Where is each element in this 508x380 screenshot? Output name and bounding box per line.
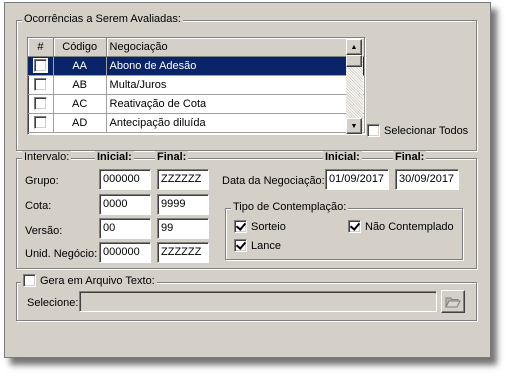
row-checkbox[interactable] [32, 58, 48, 73]
open-folder-icon [445, 297, 461, 307]
grupo-label: Grupo: [25, 175, 59, 187]
contemplacao-legend: Tipo de Contemplação: [231, 201, 349, 213]
nao-contemplado-option[interactable]: Não Contemplado [348, 220, 454, 233]
unid-negocio-final-input[interactable]: ZZZZZZ [157, 242, 209, 263]
unid-negocio-label: Unid. Negócio: [25, 248, 98, 260]
scroll-down-button[interactable]: ▼ [346, 118, 362, 134]
intervalo-legend: Intervalo: [22, 151, 72, 163]
sorteio-checkbox[interactable] [234, 220, 247, 233]
cota-final-input[interactable]: 9999 [157, 194, 209, 215]
row-codigo: AA [53, 56, 107, 76]
versao-inicial-input[interactable]: 00 [99, 218, 151, 239]
scroll-up-button[interactable]: ▲ [346, 39, 362, 55]
contemplacao-groupbox [225, 208, 463, 260]
table-row[interactable]: AB Multa/Juros [28, 75, 365, 95]
cota-inicial-input[interactable]: 0000 [99, 194, 151, 215]
grupo-final-input[interactable]: ZZZZZZ [157, 169, 209, 190]
row-checkbox[interactable] [33, 78, 47, 91]
versao-label: Versão: [25, 225, 63, 237]
cota-label: Cota: [25, 200, 52, 212]
lance-checkbox[interactable] [234, 239, 247, 252]
row-codigo: AD [53, 113, 107, 133]
row-checkbox[interactable] [33, 97, 47, 110]
table-row[interactable]: AC Reativação de Cota [28, 94, 365, 114]
select-all-label: Selecionar Todos [384, 124, 469, 137]
row-negociacao: Reativação de Cota [106, 94, 365, 114]
column-header-negociacao[interactable]: Negociação [106, 38, 365, 57]
arrow-up-icon: ▲ [350, 43, 358, 51]
column-header-select[interactable]: # [28, 38, 54, 57]
row-checkbox[interactable] [33, 116, 47, 129]
gera-arquivo-checkbox[interactable] [23, 274, 36, 287]
data-final-header: Final: [393, 151, 427, 163]
lance-label: Lance [251, 239, 281, 252]
negociacoes-grid[interactable]: # Código Negociação AA Abono de Adesão A… [27, 37, 366, 135]
select-all-option[interactable]: Selecionar Todos [367, 124, 468, 137]
dialog-window: Ocorrências a Serem Avaliadas: # Código … [4, 2, 491, 358]
table-row[interactable]: AD Antecipação diluída [28, 113, 365, 133]
unid-negocio-inicial-input[interactable]: 000000 [99, 242, 151, 263]
grid-header-row: # Código Negociação [28, 38, 365, 57]
arquivo-path-input[interactable] [79, 291, 437, 312]
row-codigo: AB [53, 75, 107, 95]
table-row[interactable]: AA Abono de Adesão [28, 56, 365, 76]
gera-arquivo-label: Gera em Arquivo Texto: [40, 274, 155, 287]
scroll-thumb[interactable] [346, 55, 362, 67]
grid-vertical-scrollbar[interactable]: ▲ ▼ [346, 39, 363, 134]
versao-final-input[interactable]: 99 [157, 218, 209, 239]
row-negociacao: Multa/Juros [106, 75, 365, 95]
nao-contemplado-checkbox[interactable] [348, 220, 361, 233]
browse-folder-button[interactable] [441, 290, 465, 313]
final-header: Final: [155, 151, 189, 163]
arrow-down-icon: ▼ [350, 122, 358, 130]
gera-arquivo-option[interactable]: Gera em Arquivo Texto: [21, 274, 157, 287]
column-header-codigo[interactable]: Código [53, 38, 107, 57]
row-negociacao: Abono de Adesão [106, 56, 365, 76]
nao-contemplado-label: Não Contemplado [365, 220, 454, 233]
sorteio-option[interactable]: Sorteio [234, 220, 286, 233]
data-negociacao-label: Data da Negociação: [222, 175, 325, 187]
sorteio-label: Sorteio [251, 220, 286, 233]
select-all-checkbox[interactable] [367, 124, 380, 137]
row-negociacao: Antecipação diluída [106, 113, 365, 133]
data-final-input[interactable]: 30/09/2017 [395, 169, 459, 190]
inicial-header: Inicial: [95, 151, 134, 163]
lance-option[interactable]: Lance [234, 239, 281, 252]
selecione-label: Selecione: [27, 297, 79, 309]
data-inicial-header: Inicial: [323, 151, 362, 163]
ocorrencias-legend: Ocorrências a Serem Avaliadas: [22, 13, 183, 25]
grupo-inicial-input[interactable]: 000000 [99, 169, 151, 190]
data-inicial-input[interactable]: 01/09/2017 [325, 169, 389, 190]
row-codigo: AC [53, 94, 107, 114]
